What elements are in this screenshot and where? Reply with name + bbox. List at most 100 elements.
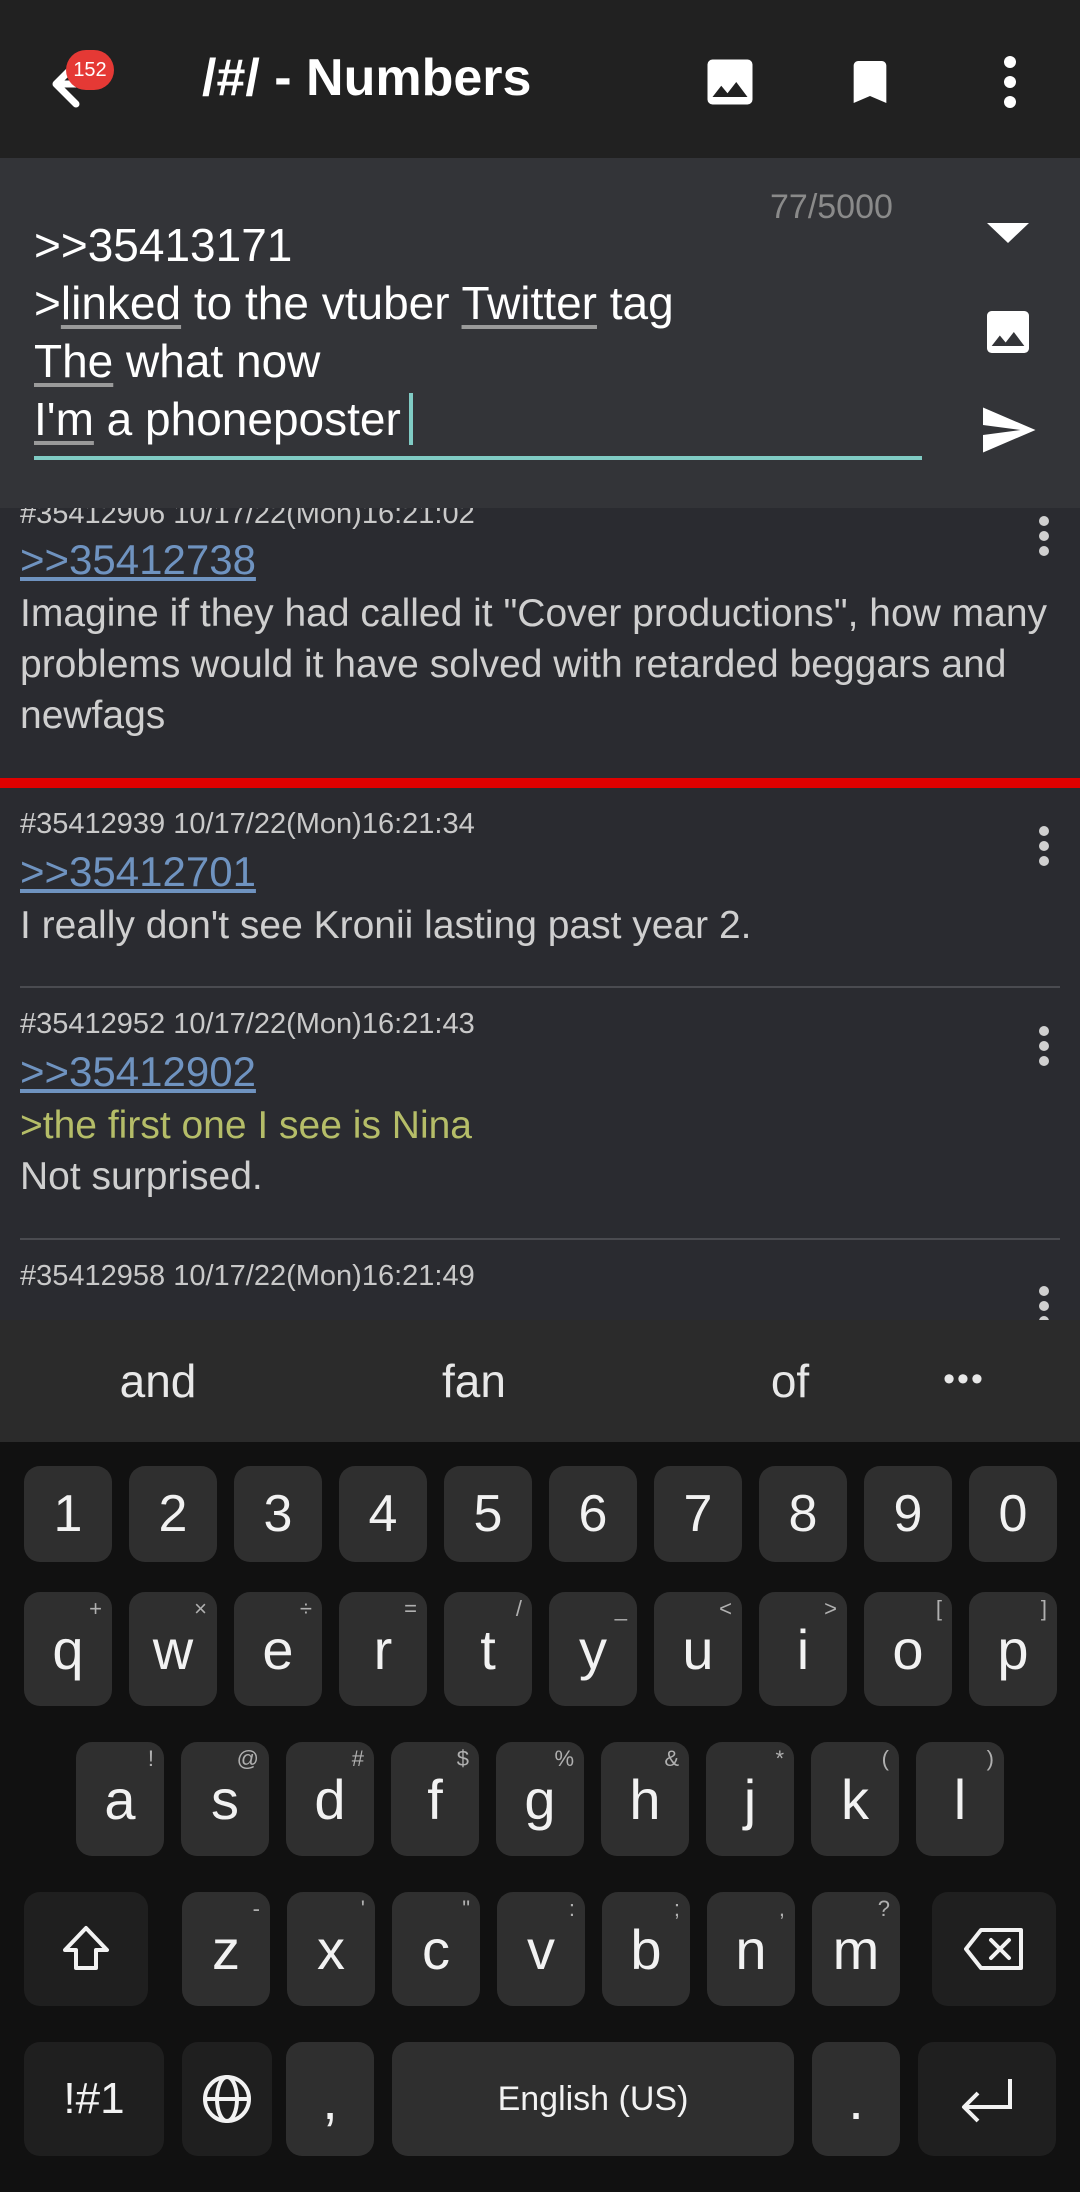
key-o[interactable]: o[ bbox=[864, 1592, 952, 1706]
reply-line-2-mid: to the vtuber bbox=[181, 277, 462, 329]
key-hint: - bbox=[252, 1896, 260, 1921]
suggestion-item[interactable]: and bbox=[48, 1354, 268, 1408]
key-6[interactable]: 6 bbox=[549, 1466, 637, 1562]
key-y[interactable]: y _ bbox=[549, 1592, 637, 1706]
comma-key[interactable]: , bbox=[286, 2042, 374, 2156]
key-g[interactable]: g% bbox=[496, 1742, 584, 1856]
key-j[interactable]: j * bbox=[706, 1742, 794, 1856]
key-4[interactable]: 4 bbox=[339, 1466, 427, 1562]
suggestion-item[interactable]: fan bbox=[364, 1354, 584, 1408]
overflow-menu-button[interactable] bbox=[970, 42, 1050, 122]
shift-key[interactable] bbox=[24, 1892, 148, 2006]
key-w[interactable]: w × bbox=[129, 1592, 217, 1706]
key-k[interactable]: k( bbox=[811, 1742, 899, 1856]
post-body: I really don't see Kronii lasting past y… bbox=[20, 904, 752, 947]
key-label: f bbox=[427, 1767, 443, 1831]
key-hint: # bbox=[351, 1746, 364, 1771]
bookmark-button[interactable] bbox=[830, 42, 910, 122]
key-hint: ? bbox=[877, 1896, 890, 1921]
reply-line-2-suffix: tag bbox=[597, 277, 674, 329]
key-u[interactable]: u < bbox=[654, 1592, 742, 1706]
language-key[interactable] bbox=[182, 2042, 272, 2156]
key-m[interactable]: m? bbox=[812, 1892, 900, 2006]
key-hint: ÷ bbox=[299, 1596, 312, 1621]
key-hint: & bbox=[664, 1746, 679, 1771]
key-2[interactable]: 2 bbox=[129, 1466, 217, 1562]
post-menu-button[interactable] bbox=[1026, 1016, 1062, 1076]
key-hint: : bbox=[568, 1896, 575, 1921]
key-hint: , bbox=[778, 1896, 785, 1921]
enter-key[interactable] bbox=[918, 2042, 1056, 2156]
post[interactable]: #35412952 10/17/22(Mon)16:21:43 >>354129… bbox=[0, 988, 1080, 1238]
key-c[interactable]: c " bbox=[392, 1892, 480, 2006]
key-d[interactable]: d # bbox=[286, 1742, 374, 1856]
key-h[interactable]: h & bbox=[601, 1742, 689, 1856]
key-label: t bbox=[480, 1617, 496, 1681]
quote-link[interactable]: >>35412701 bbox=[20, 848, 256, 896]
key-t[interactable]: t / bbox=[444, 1592, 532, 1706]
key-label: q bbox=[52, 1617, 84, 1681]
suggestion-item[interactable]: of bbox=[680, 1354, 900, 1408]
post-body: Imagine if they had called it "Cover pro… bbox=[20, 592, 1048, 737]
key-5[interactable]: 5 bbox=[444, 1466, 532, 1562]
key-x[interactable]: x ' bbox=[287, 1892, 375, 2006]
key-z[interactable]: z- bbox=[182, 1892, 270, 2006]
key-label: a bbox=[104, 1767, 136, 1831]
key-a[interactable]: a! bbox=[76, 1742, 164, 1856]
more-suggestions-button[interactable]: ••• bbox=[904, 1360, 1024, 1399]
key-s[interactable]: s @ bbox=[181, 1742, 269, 1856]
post-menu-button[interactable] bbox=[1026, 1276, 1062, 1320]
key-0[interactable]: 0 bbox=[969, 1466, 1057, 1562]
post-menu-button[interactable] bbox=[1026, 508, 1062, 566]
space-key[interactable]: English (US) bbox=[392, 2042, 794, 2156]
reply-word-im: I'm bbox=[34, 393, 94, 445]
quote-link[interactable]: >>35412738 bbox=[20, 536, 256, 584]
send-button[interactable] bbox=[970, 392, 1046, 468]
quote-link[interactable]: >>35412902 bbox=[20, 1048, 256, 1096]
post[interactable]: #35412939 10/17/22(Mon)16:21:34 >>354127… bbox=[0, 788, 1080, 978]
backspace-key[interactable] bbox=[932, 1892, 1056, 2006]
key-7[interactable]: 7 bbox=[654, 1466, 742, 1562]
key-n[interactable]: n, bbox=[707, 1892, 795, 2006]
key-3[interactable]: 3 bbox=[234, 1466, 322, 1562]
key-label: g bbox=[524, 1767, 556, 1831]
bookmark-icon bbox=[853, 61, 887, 103]
key-e[interactable]: e ÷ bbox=[234, 1592, 322, 1706]
gallery-button[interactable] bbox=[690, 42, 770, 122]
key-1[interactable]: 1 bbox=[24, 1466, 112, 1562]
period-key[interactable]: . bbox=[812, 2042, 900, 2156]
key-label: s bbox=[211, 1767, 239, 1831]
key-label: w bbox=[152, 1617, 194, 1681]
key-label: e bbox=[262, 1617, 294, 1681]
unread-badge: 152 bbox=[66, 50, 114, 90]
key-p[interactable]: p] bbox=[969, 1592, 1057, 1706]
reply-input[interactable]: >>35413171 >linked to the vtuber Twitter… bbox=[34, 216, 924, 448]
key-b[interactable]: b; bbox=[602, 1892, 690, 2006]
key-hint: _ bbox=[614, 1596, 627, 1621]
attach-image-button[interactable] bbox=[970, 294, 1046, 370]
post[interactable]: #35412958 10/17/22(Mon)16:21:49 bbox=[0, 1240, 1080, 1320]
key-i[interactable]: i > bbox=[759, 1592, 847, 1706]
key-hint: [ bbox=[935, 1596, 942, 1621]
key-label: k bbox=[841, 1767, 869, 1831]
key-9[interactable]: 9 bbox=[864, 1466, 952, 1562]
key-q[interactable]: q + bbox=[24, 1592, 112, 1706]
app-bar: 152 /#/ - Numbers bbox=[0, 0, 1080, 158]
key-8[interactable]: 8 bbox=[759, 1466, 847, 1562]
symbols-key[interactable]: !#1 bbox=[24, 2042, 164, 2156]
post-meta: #35412906 10/17/22(Mon)16:21:02 bbox=[20, 508, 475, 530]
key-f[interactable]: f $ bbox=[391, 1742, 479, 1856]
key-label: b bbox=[630, 1917, 662, 1981]
key-v[interactable]: v: bbox=[497, 1892, 585, 2006]
reply-line-3-rest: what now bbox=[113, 335, 321, 387]
key-r[interactable]: r = bbox=[339, 1592, 427, 1706]
key-hint: < bbox=[719, 1596, 732, 1621]
post-menu-button[interactable] bbox=[1026, 816, 1062, 876]
post[interactable]: #35412906 10/17/22(Mon)16:21:02 >>354127… bbox=[0, 508, 1080, 776]
collapse-composer-button[interactable] bbox=[970, 194, 1046, 270]
key-label: r bbox=[373, 1617, 393, 1681]
key-l[interactable]: l) bbox=[916, 1742, 1004, 1856]
thread-posts: #35412906 10/17/22(Mon)16:21:02 >>354127… bbox=[0, 508, 1080, 1320]
key-hint: ; bbox=[673, 1896, 680, 1921]
input-underline bbox=[34, 456, 922, 460]
